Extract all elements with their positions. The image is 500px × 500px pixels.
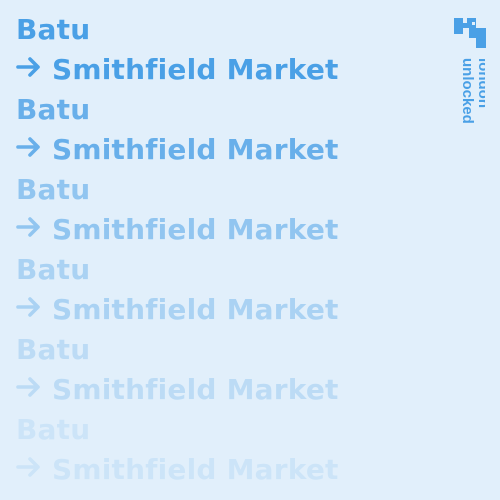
arrow-right-icon xyxy=(16,297,40,317)
brand-line-2: unlocked xyxy=(459,58,476,124)
destination-label: Smithfield Market xyxy=(16,450,339,490)
arrow-right-icon xyxy=(16,57,40,77)
destination-label: Smithfield Market xyxy=(16,370,339,410)
route-card: Batu Smithfield Market Batu Smithfield M… xyxy=(0,0,500,500)
key-puzzle-icon xyxy=(454,18,486,48)
origin-label: Batu xyxy=(16,93,91,126)
origin-label: Batu xyxy=(16,413,91,446)
arrow-right-icon xyxy=(16,217,40,237)
origin-label: Batu xyxy=(16,253,91,286)
origin-label: Batu xyxy=(16,333,91,366)
brand-logo: london unlocked xyxy=(452,16,486,138)
arrow-right-icon xyxy=(16,457,40,477)
arrow-right-icon xyxy=(16,377,40,397)
route-list: Batu Smithfield Market Batu Smithfield M… xyxy=(16,10,376,500)
destination-label: Smithfield Market xyxy=(16,210,339,250)
destination-label: Smithfield Market xyxy=(16,290,339,330)
destination-label: Smithfield Market xyxy=(16,130,339,170)
origin-label: Batu xyxy=(16,173,91,206)
destination-label: Smithfield Market xyxy=(16,50,339,90)
brand-wordmark: london unlocked xyxy=(459,58,485,124)
origin-label: Batu xyxy=(16,13,91,46)
arrow-right-icon xyxy=(16,137,40,157)
